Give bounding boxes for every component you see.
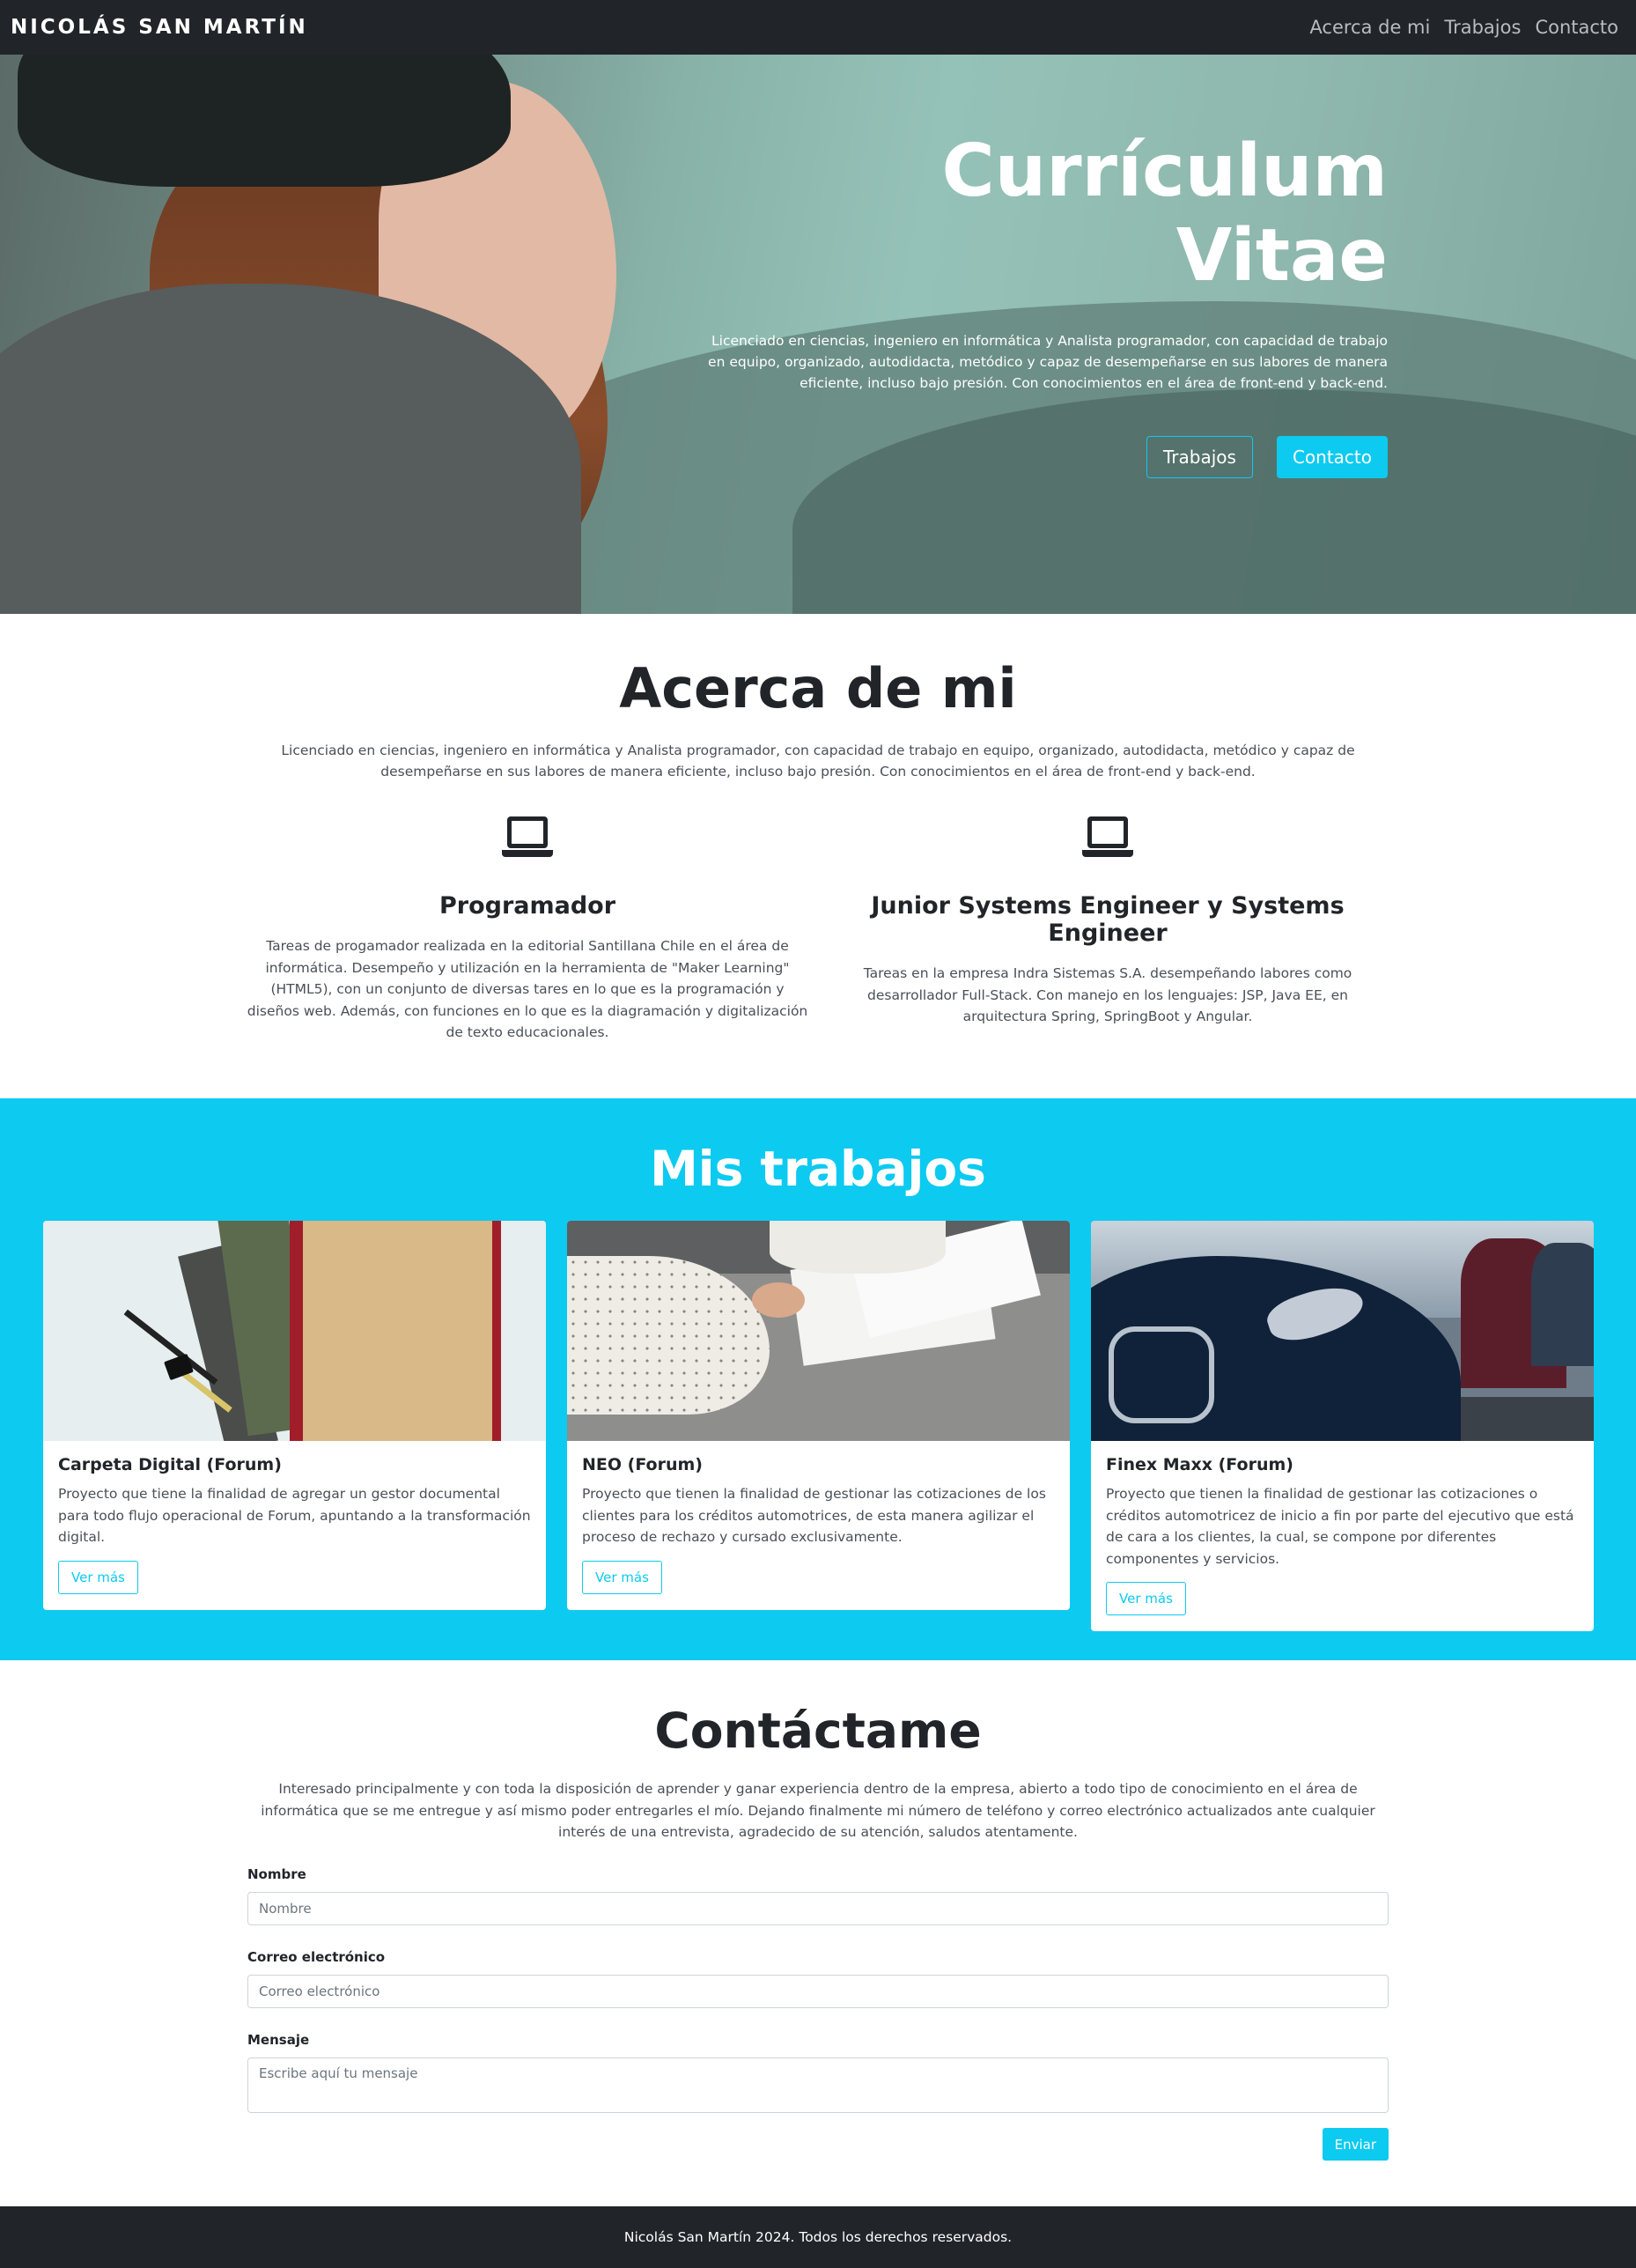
about-column-text: Tareas de progamador realizada en la edi… (247, 938, 808, 1040)
work-card-finex-maxx: Finex Maxx (Forum) Proyecto que tienen l… (1091, 1221, 1594, 1631)
card-body: Finex Maxx (Forum) Proyecto que tienen l… (1091, 1441, 1594, 1631)
card-title: NEO (Forum) (582, 1455, 703, 1474)
hero-content: Currículum Vitae Licenciado en ciencias,… (701, 129, 1388, 478)
works-title: Mis trabajos (650, 1141, 986, 1197)
email-label: Correo electrónico (247, 1949, 386, 1965)
nav-link-about[interactable]: Acerca de mi (1309, 17, 1430, 38)
laptop-icon (502, 816, 553, 861)
see-more-button[interactable]: Ver más (582, 1560, 662, 1594)
name-input[interactable]: Nombre (247, 1892, 1389, 1925)
send-button[interactable]: Enviar (1322, 2128, 1389, 2161)
contact-section: Contáctame Interesado principalmente y c… (0, 1660, 1636, 2206)
card-image-writing (567, 1221, 1070, 1441)
about-column-text: Tareas en la empresa Indra Sistemas S.A.… (863, 965, 1352, 1024)
footer-text: Nicolás San Martín 2024. Todos los derec… (623, 2229, 1013, 2245)
contact-form: Nombre Nombre Correo electrónico Correo … (247, 1865, 1389, 2161)
nav-link-contact[interactable]: Contacto (1535, 17, 1618, 38)
hero-title-line2: Vitae (1175, 214, 1388, 298)
name-label: Nombre (247, 1866, 306, 1882)
navbar: NICOLÁS SAN MARTÍN Acerca de mi Trabajos… (0, 0, 1636, 55)
footer: Nicolás San Martín 2024. Todos los derec… (0, 2206, 1636, 2268)
hero-title-line1: Currículum (941, 129, 1388, 213)
card-title: Carpeta Digital (Forum) (58, 1455, 282, 1474)
hero-works-button[interactable]: Trabajos (1146, 436, 1253, 478)
work-card-carpeta-digital: Carpeta Digital (Forum) Proyecto que tie… (43, 1221, 546, 1610)
card-body: NEO (Forum) Proyecto que tienen la final… (567, 1441, 1070, 1610)
card-text: Proyecto que tiene la finalidad de agreg… (58, 1486, 531, 1545)
card-body: Carpeta Digital (Forum) Proyecto que tie… (43, 1441, 546, 1610)
about-column-programmer: Programador Tareas de progamador realiza… (246, 816, 809, 1044)
about-text: Licenciado en ciencias, ingeniero en inf… (281, 742, 1355, 779)
nav-link-works[interactable]: Trabajos (1444, 17, 1521, 38)
about-column-title: Junior Systems Engineer y Systems Engine… (871, 892, 1345, 947)
hero-contact-button[interactable]: Contacto (1276, 436, 1388, 478)
see-more-button[interactable]: Ver más (1106, 1582, 1186, 1615)
about-column-engineer: Junior Systems Engineer y Systems Engine… (826, 816, 1389, 1028)
name-field-group: Nombre Nombre (247, 1865, 1389, 1925)
card-text: Proyecto que tienen la finalidad de gest… (1106, 1486, 1574, 1567)
nav-links: Acerca de mi Trabajos Contacto (1309, 17, 1618, 38)
hero-title: Currículum Vitae (701, 129, 1388, 299)
hero-buttons: Trabajos Contacto (701, 436, 1388, 478)
about-column-title: Programador (438, 892, 616, 920)
hero-description: Licenciado en ciencias, ingeniero en inf… (708, 333, 1388, 391)
card-image-cars (1091, 1221, 1594, 1441)
contact-title: Contáctame (654, 1703, 982, 1759)
see-more-button[interactable]: Ver más (58, 1560, 138, 1594)
hero-section: Currículum Vitae Licenciado en ciencias,… (0, 55, 1636, 614)
card-image-notebooks (43, 1221, 546, 1441)
email-input[interactable]: Correo electrónico (247, 1975, 1389, 2008)
card-title: Finex Maxx (Forum) (1106, 1455, 1293, 1474)
works-section: Mis trabajos Carpeta Digital (Forum) Pro… (0, 1098, 1636, 1660)
message-label: Mensaje (247, 2032, 310, 2048)
contact-text: Interesado principalmente y con toda la … (261, 1781, 1375, 1840)
laptop-icon (1082, 816, 1133, 861)
about-title: Acerca de mi (619, 656, 1017, 720)
brand-logo[interactable]: NICOLÁS SAN MARTÍN (11, 16, 308, 39)
message-textarea[interactable]: Escribe aquí tu mensaje (247, 2057, 1389, 2113)
message-field-group: Mensaje Escribe aquí tu mensaje (247, 2031, 1389, 2113)
email-field-group: Correo electrónico Correo electrónico (247, 1948, 1389, 2008)
card-text: Proyecto que tienen la finalidad de gest… (582, 1486, 1046, 1545)
about-section: Acerca de mi Licenciado en ciencias, ing… (0, 614, 1636, 1098)
work-card-neo: NEO (Forum) Proyecto que tienen la final… (567, 1221, 1070, 1610)
